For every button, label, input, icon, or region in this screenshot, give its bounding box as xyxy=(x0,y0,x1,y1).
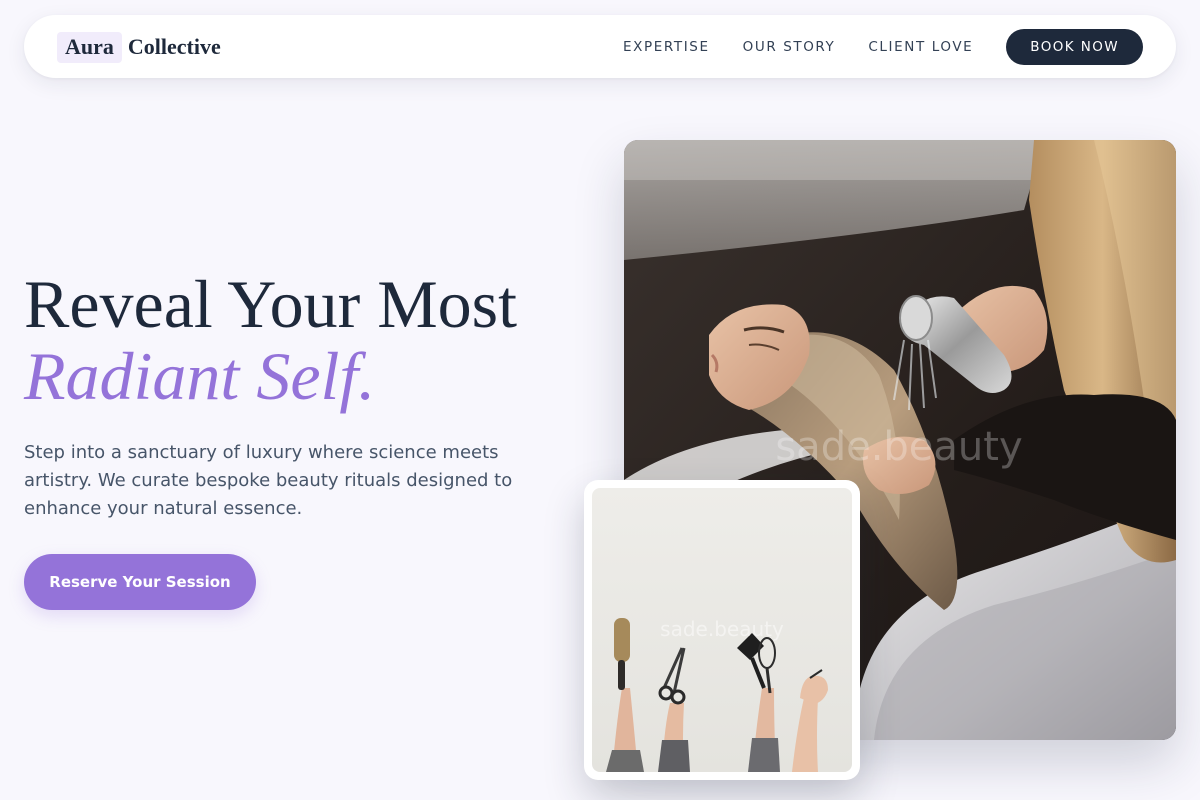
hero-title-accent: Radiant Self. xyxy=(24,338,376,414)
nav-link-expertise[interactable]: EXPERTISE xyxy=(623,39,710,55)
nav-link-client-love[interactable]: CLIENT LOVE xyxy=(868,39,973,55)
brand-name: Collective xyxy=(127,34,221,59)
reserve-session-button[interactable]: Reserve Your Session xyxy=(24,554,256,610)
hero-title-line-1: Reveal Your Most xyxy=(24,266,518,342)
secondary-tools-photo: sade.beauty xyxy=(592,488,852,772)
brand-logo[interactable]: Aura Collective xyxy=(57,30,221,64)
main-photo-watermark: sade.beauty xyxy=(775,424,1022,470)
hair-tools-illustration: sade.beauty xyxy=(592,488,852,772)
top-navigation: Aura Collective EXPERTISE OUR STORY CLIE… xyxy=(24,15,1176,78)
page: Aura Collective EXPERTISE OUR STORY CLIE… xyxy=(0,0,1200,800)
secondary-photo-card: sade.beauty xyxy=(584,480,860,780)
hero-description: Step into a sanctuary of luxury where sc… xyxy=(24,442,513,519)
book-now-button[interactable]: BOOK NOW xyxy=(1006,29,1143,65)
secondary-photo-watermark: sade.beauty xyxy=(660,617,784,641)
brand-mark: Aura xyxy=(57,31,122,63)
hero-title: Reveal Your Most Radiant Self. xyxy=(24,268,604,412)
nav-link-our-story[interactable]: OUR STORY xyxy=(743,39,836,55)
nav-links: EXPERTISE OUR STORY CLIENT LOVE BOOK NOW xyxy=(623,29,1143,65)
